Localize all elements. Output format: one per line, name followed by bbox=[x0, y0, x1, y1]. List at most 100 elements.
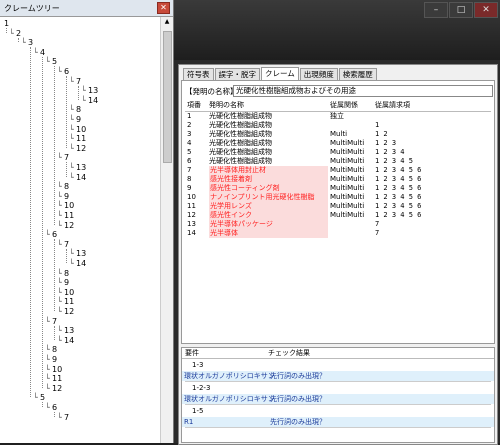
tree-node[interactable]: 11 bbox=[64, 211, 74, 221]
claim-row[interactable]: 1 光硬化性樹脂組成物 独立 bbox=[185, 112, 491, 121]
claim-row[interactable]: 5 光硬化性樹脂組成物 MultiMulti 1 2 3 4 bbox=[185, 148, 491, 157]
tree-node[interactable]: 9 bbox=[76, 115, 81, 125]
minimize-button[interactable]: – bbox=[424, 2, 448, 18]
tree-node[interactable]: 10 bbox=[64, 288, 74, 298]
tree-guide bbox=[18, 37, 19, 43]
tree-node[interactable]: 13 bbox=[76, 249, 86, 259]
tab-typos[interactable]: 誤字・脱字 bbox=[214, 68, 260, 80]
tree-node[interactable]: 10 bbox=[64, 201, 74, 211]
tree-node[interactable]: 8 bbox=[76, 105, 81, 115]
check-list: 1-3 環状オルガノポリシロキサン 先行詞のみ出現？ 1-2-3 環状オルガノポリシロキ… bbox=[182, 359, 494, 428]
tree-guide bbox=[54, 412, 55, 417]
claim-dependents: 1 2 3 4 bbox=[375, 148, 405, 156]
header-relation: 従属関係 bbox=[330, 101, 358, 109]
header-name: 発明の名称 bbox=[209, 101, 244, 109]
claim-dependents: 1 bbox=[375, 121, 380, 129]
tree-node[interactable]: 14 bbox=[76, 173, 86, 183]
tree-node[interactable]: 7 bbox=[64, 413, 69, 423]
tree-node[interactable]: 8 bbox=[64, 269, 69, 279]
claim-no: 6 bbox=[187, 157, 192, 165]
tree-scrollbar[interactable]: ▲ bbox=[160, 17, 173, 443]
tab-frequency[interactable]: 出現頻度 bbox=[299, 68, 338, 80]
tab-reference-signs[interactable]: 符号表 bbox=[183, 68, 214, 80]
tree-connector: └ bbox=[57, 220, 62, 230]
claim-row[interactable]: 11 光学用レンズ MultiMulti 1 2 3 4 5 6 bbox=[185, 202, 491, 211]
claim-row[interactable]: 9 感光性コーティング剤 MultiMulti 1 2 3 4 5 6 bbox=[185, 184, 491, 193]
claim-no: 11 bbox=[187, 202, 196, 210]
claim-row[interactable]: 4 光硬化性樹脂組成物 MultiMulti 1 2 3 bbox=[185, 139, 491, 148]
tree-node[interactable]: 11 bbox=[64, 297, 74, 307]
claim-row[interactable]: 8 感光性接着剤 MultiMulti 1 2 3 4 5 6 bbox=[185, 175, 491, 184]
tree-node[interactable]: 12 bbox=[76, 144, 86, 154]
tree-connector: └ bbox=[57, 412, 62, 422]
tree-connector: └ bbox=[57, 326, 62, 336]
claim-row[interactable]: 14 光半導体 7 bbox=[185, 229, 491, 238]
tree-node[interactable]: 9 bbox=[64, 278, 69, 288]
tree-node[interactable]: 12 bbox=[64, 221, 74, 231]
claim-row[interactable]: 13 光半導体パッケージ 7 bbox=[185, 220, 491, 229]
tree-guide bbox=[42, 402, 43, 407]
tab-search-history[interactable]: 検索履歴 bbox=[338, 68, 377, 80]
claim-tree-close-button[interactable]: ✕ bbox=[157, 2, 170, 14]
tree-node[interactable]: 10 bbox=[76, 125, 86, 135]
claim-no: 1 bbox=[187, 112, 192, 120]
claim-relation: MultiMulti bbox=[330, 175, 365, 183]
claims-tab-content: 【発明の名称】 光硬化性樹脂組成物およびその用途 項番 発明の名称 従属関係 従… bbox=[181, 80, 495, 344]
claim-table: 項番 発明の名称 従属関係 従属請求項 1 光硬化性樹脂組成物 独立 2 光硬化性樹脂組… bbox=[185, 101, 491, 238]
claim-no: 8 bbox=[187, 175, 192, 183]
claim-name: 光半導体用封止材 bbox=[209, 166, 328, 175]
tree-node[interactable]: 8 bbox=[64, 182, 69, 192]
claim-row[interactable]: 12 感光性インク MultiMulti 1 2 3 4 5 6 bbox=[185, 211, 491, 220]
tree-node[interactable]: 11 bbox=[76, 134, 86, 144]
claim-no: 3 bbox=[187, 130, 192, 138]
claim-relation: MultiMulti bbox=[330, 148, 365, 156]
tree-guide bbox=[6, 28, 7, 33]
tree-node[interactable]: 12 bbox=[64, 307, 74, 317]
claim-relation: MultiMulti bbox=[330, 202, 365, 210]
tree-connector: └ bbox=[57, 201, 62, 211]
check-entry[interactable]: R1 先行詞のみ出現？ bbox=[182, 417, 494, 427]
tab-claims[interactable]: クレーム bbox=[261, 67, 299, 80]
maximize-button[interactable]: □ bbox=[449, 2, 473, 18]
claim-tree-titlebar[interactable]: クレームツリー ✕ bbox=[0, 0, 173, 17]
tree-connector: └ bbox=[69, 259, 74, 268]
claim-dependents: 1 2 3 4 5 6 bbox=[375, 193, 422, 201]
claim-name: 感光性接着剤 bbox=[209, 175, 328, 184]
tree-node[interactable]: 13 bbox=[64, 326, 74, 336]
tree-node[interactable]: 14 bbox=[76, 259, 86, 269]
claim-dependents: 1 2 3 4 5 6 bbox=[375, 211, 422, 219]
tree-node[interactable]: 12 bbox=[52, 384, 62, 394]
close-button[interactable]: ✕ bbox=[474, 2, 498, 18]
claim-no: 2 bbox=[187, 121, 192, 129]
tree-connector: └ bbox=[57, 335, 62, 345]
check-term: 環状オルガノポリシロキサン bbox=[184, 395, 275, 403]
tree-connector: └ bbox=[33, 47, 38, 57]
claim-name: 光硬化性樹脂組成物 bbox=[209, 121, 272, 129]
check-separator bbox=[185, 427, 491, 428]
tree-node[interactable]: 13 bbox=[76, 163, 86, 173]
tree-node[interactable]: 11 bbox=[52, 374, 62, 384]
claim-row[interactable]: 10 ナノインプリント用光硬化性樹脂 MultiMulti 1 2 3 4 5 6 bbox=[185, 193, 491, 202]
claim-row[interactable]: 2 光硬化性樹脂組成物 1 bbox=[185, 121, 491, 130]
tree-node[interactable]: 14 bbox=[64, 336, 74, 346]
invention-name-field[interactable]: 光硬化性樹脂組成物およびその用途 bbox=[233, 85, 493, 97]
claim-row[interactable]: 7 光半導体用封止材 MultiMulti 1 2 3 4 5 6 bbox=[185, 166, 491, 175]
tree-node[interactable]: 10 bbox=[52, 365, 62, 375]
tree-node[interactable]: 8 bbox=[52, 345, 57, 355]
header-dependent: 従属請求項 bbox=[375, 101, 410, 109]
scroll-up-arrow-icon[interactable]: ▲ bbox=[161, 17, 173, 27]
claim-row[interactable]: 3 光硬化性樹脂組成物 Multi 1 2 bbox=[185, 130, 491, 139]
tree-node[interactable]: 14 bbox=[88, 96, 98, 106]
tree-node[interactable]: 9 bbox=[52, 355, 57, 365]
claim-row[interactable]: 6 光硬化性樹脂組成物 MultiMulti 1 2 3 4 5 bbox=[185, 157, 491, 166]
tree-connector: └ bbox=[57, 211, 62, 220]
check-entry[interactable]: 環状オルガノポリシロキサン 先行詞のみ出現？ bbox=[182, 394, 494, 404]
tree-node[interactable]: 13 bbox=[88, 86, 98, 96]
claim-dependents: 1 2 3 4 5 6 bbox=[375, 166, 422, 174]
claim-no: 10 bbox=[187, 193, 196, 201]
check-entry[interactable]: 環状オルガノポリシロキサン 先行詞のみ出現？ bbox=[182, 371, 494, 381]
tree-node[interactable]: 9 bbox=[64, 192, 69, 202]
claim-name: 光硬化性樹脂組成物 bbox=[209, 148, 272, 156]
tree-connector: └ bbox=[45, 403, 50, 412]
scroll-thumb[interactable] bbox=[163, 31, 172, 163]
